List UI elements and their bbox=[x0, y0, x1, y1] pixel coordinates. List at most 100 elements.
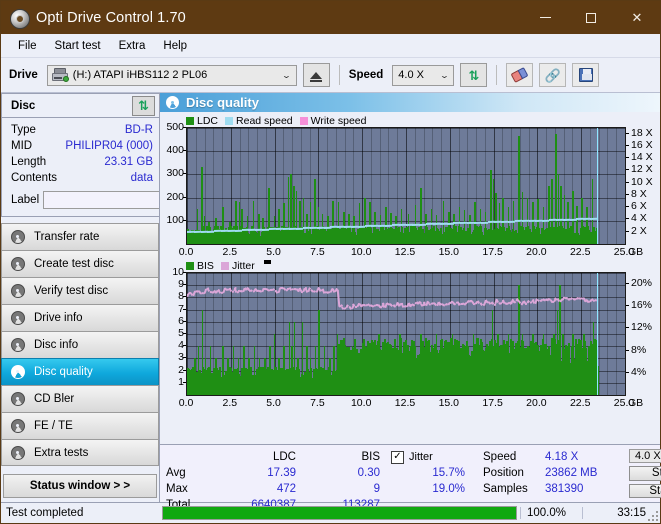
data-bar-spike bbox=[201, 167, 203, 244]
axis-tick-label: 20.0 bbox=[526, 246, 547, 258]
link-button[interactable]: 🔗 bbox=[539, 63, 567, 87]
data-bar-spike bbox=[229, 221, 231, 244]
data-bar-spike bbox=[575, 205, 578, 244]
data-bar-spike bbox=[328, 358, 331, 395]
save-button[interactable] bbox=[572, 63, 600, 87]
bis-chart: BIS Jitter 1 2 3 4 5 6 7 8 9 10 4% 8% 12% 16% 20% 0.0… bbox=[160, 259, 660, 410]
sidebar-item-fe-te[interactable]: FE / TE bbox=[1, 412, 159, 439]
minimize-button[interactable] bbox=[522, 1, 568, 34]
position-cursor bbox=[596, 273, 599, 395]
axis-tick-label: 5.0 bbox=[266, 246, 281, 258]
sidebar-item-cd-bler[interactable]: CD Bler bbox=[1, 385, 159, 412]
data-bar-spike bbox=[425, 346, 427, 395]
data-bar-spike bbox=[252, 201, 255, 244]
menu-start-test[interactable]: Start test bbox=[46, 38, 110, 54]
stats-cell-bis: 9 bbox=[373, 483, 380, 495]
data-bar-spike bbox=[467, 346, 469, 395]
speed-select-value: 4.0 X bbox=[398, 69, 424, 81]
menu-help[interactable]: Help bbox=[154, 38, 196, 54]
jitter-checkbox[interactable]: ✓ bbox=[391, 450, 404, 464]
data-bar-spike bbox=[547, 346, 550, 395]
data-bar-spike bbox=[453, 213, 455, 244]
bis-plot-area[interactable] bbox=[186, 272, 626, 396]
axis-tick-label: 15.0 bbox=[438, 246, 460, 258]
disc-refresh-button[interactable]: ⇅ bbox=[132, 95, 155, 116]
main-panel: Disc quality LDC Read speed Write speed … bbox=[159, 93, 661, 511]
axis-tick-label: 10.0 bbox=[350, 397, 372, 409]
speed-select[interactable]: 4.0 X ⌄ bbox=[392, 64, 455, 86]
sidebar-item-create-test-disc[interactable]: Create test disc bbox=[1, 250, 159, 277]
legend-swatch bbox=[186, 116, 194, 125]
window-controls: ✕ bbox=[522, 1, 660, 34]
data-bar-spike bbox=[287, 176, 290, 244]
start-part-button[interactable]: Start part bbox=[629, 483, 661, 498]
axis-unit-label: GB bbox=[628, 397, 644, 409]
data-bar-spike bbox=[498, 203, 501, 244]
axis-tick-label: 10.0 bbox=[350, 246, 372, 258]
data-bar-spike bbox=[278, 358, 280, 395]
data-bar-spike bbox=[318, 309, 320, 395]
data-bar-spike bbox=[209, 346, 212, 395]
read-speed-line bbox=[344, 225, 351, 228]
data-bar-spike bbox=[327, 216, 329, 244]
menu-file[interactable]: File bbox=[9, 38, 46, 54]
drive-select[interactable]: (H:) ATAPI iHBS112 2 PL06 ⌄ bbox=[46, 64, 297, 86]
table-row: Avg 17.39 0.30 bbox=[166, 465, 391, 481]
ldc-chart: LDC Read speed Write speed 100 200 300 400 5… bbox=[160, 114, 660, 259]
axis-tick-label: 2.5 bbox=[222, 246, 238, 258]
sidebar-item-transfer-rate[interactable]: Transfer rate bbox=[1, 223, 159, 250]
resize-grip[interactable] bbox=[648, 511, 658, 521]
data-bar-spike bbox=[301, 321, 304, 395]
data-bar-spike bbox=[353, 216, 356, 244]
sidebar-item-disc-quality[interactable]: Disc quality bbox=[1, 358, 159, 385]
data-bar-spike bbox=[241, 209, 243, 244]
bis-y-axis: 1 2 3 4 5 6 7 8 9 10 bbox=[160, 267, 186, 396]
ldc-plot-area[interactable] bbox=[186, 127, 626, 245]
sidebar-item-drive-info[interactable]: Drive info bbox=[1, 304, 159, 331]
disc-panel-header: Disc ⇅ bbox=[1, 93, 159, 118]
axis-tick-label: 400 bbox=[166, 144, 184, 157]
data-bar-spike bbox=[547, 186, 550, 244]
data-bar-spike bbox=[472, 334, 475, 395]
data-bar-spike bbox=[268, 188, 271, 244]
maximize-button[interactable] bbox=[568, 1, 614, 34]
data-bar-spike bbox=[367, 358, 370, 395]
chevron-down-icon: ⌄ bbox=[281, 70, 292, 80]
test-speed-select[interactable]: 4.0 X ⌄ bbox=[629, 449, 661, 463]
start-full-button[interactable]: Start full bbox=[629, 466, 661, 481]
status-window-button[interactable]: Status window > > bbox=[3, 474, 157, 498]
data-bar-spike bbox=[488, 346, 490, 395]
window-title: Opti Drive Control 1.70 bbox=[36, 9, 186, 26]
data-bar-spike bbox=[430, 358, 433, 395]
data-bar-spike bbox=[346, 358, 349, 395]
samples-row: Samples 381390 bbox=[483, 481, 629, 497]
disc-icon bbox=[11, 230, 25, 244]
disc-row-mid: MID PHILIPR04 (000) bbox=[11, 138, 153, 154]
read-speed-line bbox=[262, 228, 270, 231]
bis-chart-legend: BIS Jitter bbox=[160, 259, 660, 272]
axis-tick-label: 18 X bbox=[631, 126, 653, 139]
data-bar-spike bbox=[448, 211, 450, 244]
sidebar-item-disc-info[interactable]: Disc info bbox=[1, 331, 159, 358]
menu-extra[interactable]: Extra bbox=[110, 38, 155, 54]
data-bar-spike bbox=[342, 211, 345, 244]
axis-tick-label: 20% bbox=[631, 277, 653, 290]
sidebar-item-extra-tests[interactable]: Extra tests bbox=[1, 439, 159, 466]
samples-key: Samples bbox=[483, 483, 528, 495]
eject-button[interactable] bbox=[302, 63, 330, 87]
data-bar-spike bbox=[235, 201, 237, 244]
disc-panel-title: Disc bbox=[11, 99, 36, 112]
toolbar-divider-2 bbox=[496, 65, 498, 85]
sidebar-item-verify-test-disc[interactable]: Verify test disc bbox=[1, 277, 159, 304]
data-bar-spike bbox=[479, 209, 482, 244]
refresh-icon: ⇅ bbox=[138, 98, 149, 113]
erase-button[interactable] bbox=[506, 63, 534, 87]
data-bar-spike bbox=[323, 346, 326, 395]
axis-tick-label: 17.5 bbox=[482, 246, 503, 258]
data-bar-spike bbox=[264, 358, 266, 395]
refresh-button[interactable]: ⇅ bbox=[460, 63, 488, 87]
data-bar-spike bbox=[362, 346, 364, 395]
close-button[interactable]: ✕ bbox=[614, 1, 660, 34]
data-bar-spike bbox=[551, 179, 553, 244]
stats-header-bis: BIS bbox=[361, 451, 380, 463]
